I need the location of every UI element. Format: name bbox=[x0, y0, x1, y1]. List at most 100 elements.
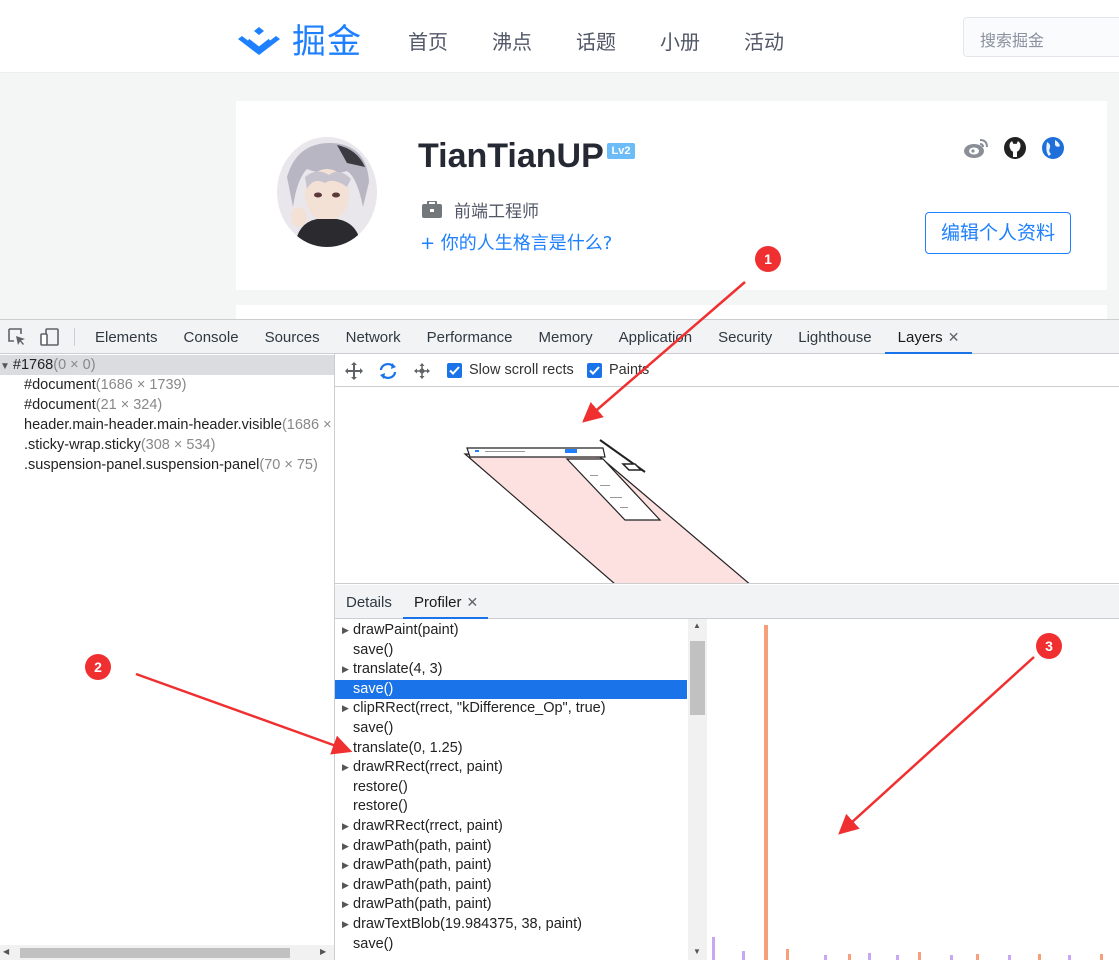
tab-network[interactable]: Network bbox=[333, 320, 414, 354]
logo-text: 掘金 bbox=[292, 22, 362, 62]
tab-performance[interactable]: Performance bbox=[414, 320, 526, 354]
expand-triangle-icon[interactable]: ▶ bbox=[342, 699, 349, 719]
tab-memory[interactable]: Memory bbox=[526, 320, 606, 354]
scroll-right-icon[interactable]: ▶ bbox=[320, 947, 326, 956]
list-item[interactable]: ▶ drawPath(path, paint) bbox=[335, 856, 687, 876]
list-item[interactable]: ▶ drawPath(path, paint) bbox=[335, 837, 687, 857]
nav-item-books[interactable]: 小册 bbox=[660, 26, 700, 55]
list-item[interactable]: save() bbox=[335, 719, 687, 739]
suspension-panel-layer[interactable] bbox=[621, 463, 643, 471]
expand-triangle-icon[interactable]: ▶ bbox=[342, 915, 349, 935]
slow-scroll-rects-checkbox[interactable]: Slow scroll rects bbox=[447, 362, 574, 378]
list-item[interactable]: ▶ drawPath(path, paint) bbox=[335, 895, 687, 915]
device-toolbar-icon[interactable] bbox=[40, 328, 60, 351]
globe-icon[interactable] bbox=[1041, 136, 1065, 160]
tab-details[interactable]: Details bbox=[346, 585, 392, 619]
list-item[interactable]: ▶ drawRRect(rrect, paint) bbox=[335, 817, 687, 837]
reset-transform-icon[interactable] bbox=[412, 361, 432, 386]
tree-row[interactable]: .sticky-wrap.sticky(308 × 534) bbox=[0, 435, 215, 455]
juejin-logo[interactable]: 掘金 bbox=[236, 14, 362, 63]
horizontal-scrollbar[interactable]: ◀ ▶ bbox=[0, 945, 334, 960]
search-input[interactable]: 搜索掘金 bbox=[963, 17, 1119, 57]
pan-icon[interactable] bbox=[344, 361, 364, 386]
level-badge: Lv2 bbox=[607, 143, 635, 159]
devtools-tabbar: Elements Console Sources Network Perform… bbox=[0, 320, 1119, 354]
checkbox-checked-icon[interactable] bbox=[447, 362, 462, 378]
expand-triangle-icon[interactable]: ▶ bbox=[342, 621, 349, 641]
command-text: save() bbox=[353, 641, 394, 658]
tab-layers[interactable]: Layers ✕ bbox=[884, 320, 973, 354]
list-item[interactable]: ▶ drawTextBlob(19.984375, 38, paint) bbox=[335, 915, 687, 935]
nav-item-pins[interactable]: 沸点 bbox=[492, 26, 532, 55]
expand-triangle-icon[interactable]: ▶ bbox=[342, 895, 349, 915]
nav-item-topics[interactable]: 话题 bbox=[576, 26, 616, 55]
list-item[interactable]: save() bbox=[335, 679, 687, 700]
close-icon[interactable]: ✕ bbox=[948, 329, 960, 345]
timeline-bar bbox=[868, 953, 871, 960]
scroll-left-icon[interactable]: ◀ bbox=[3, 947, 9, 956]
tab-sources[interactable]: Sources bbox=[252, 320, 333, 354]
scrollbar-thumb[interactable] bbox=[20, 948, 290, 958]
expand-triangle-icon[interactable]: ▶ bbox=[342, 856, 349, 876]
layer-name: header.main-header.main-header.visible bbox=[24, 417, 282, 433]
nav-item-events[interactable]: 活动 bbox=[744, 26, 784, 55]
tab-application[interactable]: Application bbox=[606, 320, 705, 354]
expand-triangle-icon[interactable]: ▶ bbox=[342, 660, 349, 680]
tree-row[interactable]: #document(21 × 324) bbox=[0, 395, 162, 415]
avatar[interactable] bbox=[277, 137, 377, 247]
scroll-down-icon[interactable]: ▼ bbox=[693, 947, 701, 956]
list-item[interactable]: save() bbox=[335, 641, 687, 661]
tab-lighthouse[interactable]: Lighthouse bbox=[785, 320, 884, 354]
expand-triangle-icon[interactable]: ▶ bbox=[342, 817, 349, 837]
job-title: 前端工程师 bbox=[454, 202, 539, 222]
expand-triangle-icon[interactable]: ▶ bbox=[342, 758, 349, 778]
toolbar-divider bbox=[74, 328, 75, 346]
github-icon[interactable] bbox=[1003, 136, 1027, 160]
list-item[interactable]: ▶ drawPath(path, paint) bbox=[335, 876, 687, 896]
tab-profiler[interactable]: Profiler ✕ bbox=[403, 585, 489, 619]
list-item[interactable]: ▶ translate(4, 3) bbox=[335, 660, 687, 680]
header-layer[interactable] bbox=[466, 447, 606, 458]
list-item[interactable]: ▶ drawPaint(paint) bbox=[335, 621, 687, 641]
timeline-bar bbox=[742, 951, 745, 960]
expand-triangle-icon[interactable]: ▶ bbox=[342, 837, 349, 857]
inspect-element-icon[interactable] bbox=[8, 328, 26, 351]
close-icon[interactable]: ✕ bbox=[467, 594, 479, 610]
layer-size: (1686 × 1739) bbox=[95, 377, 187, 393]
list-item[interactable]: ▶ clipRRect(rrect, "kDifference_Op", true… bbox=[335, 699, 687, 719]
tree-row[interactable]: header.main-header.main-header.visible(1… bbox=[0, 415, 332, 435]
list-item[interactable]: restore() bbox=[335, 778, 687, 798]
devtools-panel: Elements Console Sources Network Perform… bbox=[0, 319, 1119, 960]
checkbox-checked-icon[interactable] bbox=[587, 362, 602, 378]
list-item[interactable]: ▶ drawRRect(rrect, paint) bbox=[335, 758, 687, 778]
timeline-bar bbox=[764, 625, 768, 960]
weibo-icon[interactable] bbox=[963, 137, 989, 159]
command-text: drawPath(path, paint) bbox=[353, 837, 492, 854]
motto-link[interactable]: + 你的人生格言是什么? bbox=[420, 229, 612, 255]
scroll-up-icon[interactable]: ▲ bbox=[693, 621, 701, 630]
list-item[interactable]: restore() bbox=[335, 797, 687, 817]
timeline-bar bbox=[786, 949, 789, 960]
tab-elements[interactable]: Elements bbox=[82, 320, 171, 354]
job-row: 前端工程师 bbox=[422, 197, 539, 222]
timeline-bar bbox=[950, 955, 953, 960]
timeline-bar bbox=[1068, 955, 1071, 960]
scrollbar-thumb[interactable] bbox=[690, 641, 705, 715]
edit-profile-button[interactable]: 编辑个人资料 bbox=[925, 212, 1071, 254]
paints-checkbox[interactable]: Paints bbox=[587, 362, 649, 378]
tree-row[interactable]: .suspension-panel.suspension-panel(70 × … bbox=[0, 455, 318, 475]
vertical-scrollbar[interactable]: ▲ ▼ bbox=[688, 619, 707, 960]
list-item[interactable]: translate(0, 1.25) bbox=[335, 739, 687, 759]
list-item[interactable]: save() bbox=[335, 935, 687, 955]
tree-row[interactable]: ▼ #1768(0 × 0) bbox=[0, 355, 334, 375]
nav-item-home[interactable]: 首页 bbox=[408, 26, 448, 55]
paint-profiler-timeline[interactable] bbox=[708, 619, 1119, 960]
expand-triangle-icon[interactable]: ▼ bbox=[0, 361, 10, 372]
tab-security[interactable]: Security bbox=[705, 320, 785, 354]
command-text: clipRRect(rrect, "kDifference_Op", true) bbox=[353, 700, 606, 717]
layers-3d-viewport[interactable] bbox=[335, 387, 1119, 584]
tree-row[interactable]: #document(1686 × 1739) bbox=[0, 375, 186, 395]
rotate-icon[interactable] bbox=[377, 361, 399, 386]
expand-triangle-icon[interactable]: ▶ bbox=[342, 876, 349, 896]
tab-console[interactable]: Console bbox=[171, 320, 252, 354]
